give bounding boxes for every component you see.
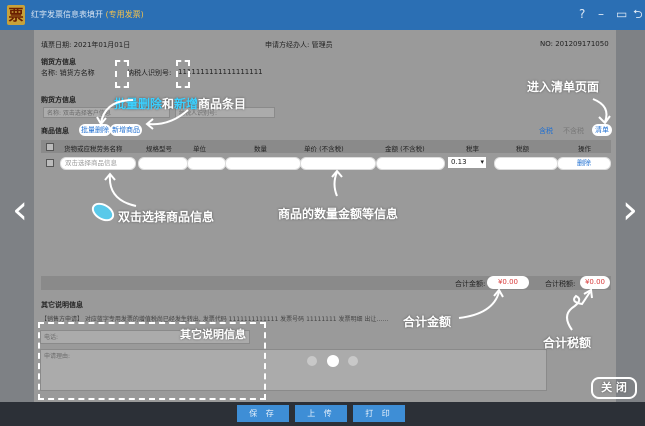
print-button[interactable]: 打 印	[353, 405, 405, 422]
arrow-to-row-icon	[104, 172, 137, 207]
col-action: 操作	[578, 145, 591, 153]
annotation-mark-1	[115, 60, 129, 88]
window-title-text: 红字发票信息表填开	[31, 10, 103, 19]
col-amount: 金额 (不含税)	[385, 145, 425, 153]
seller-section-title: 销货方信息	[41, 58, 76, 66]
quantity-info-annotation: 商品的数量金额等信息	[278, 207, 399, 221]
col-unit: 单位	[193, 145, 206, 153]
seller-taxid-label: 纳税人识别号:	[127, 69, 172, 77]
save-button[interactable]: 保 存	[237, 405, 289, 422]
arrow-to-list-icon	[592, 98, 611, 125]
spec-input[interactable]	[138, 157, 188, 170]
close-button[interactable]: 关 闭	[591, 377, 637, 399]
seller-name: 名称: 销货方名称	[41, 69, 95, 77]
col-unit-price: 单价 (不含税)	[304, 145, 344, 153]
enter-list-annotation: 进入清单页面	[527, 80, 600, 94]
annotation-mark-2	[176, 60, 190, 88]
arrow-to-amount-icon	[458, 288, 504, 319]
next-page-arrow[interactable]: ›	[622, 190, 638, 230]
col-quantity: 数量	[254, 145, 267, 153]
window-title-sub: (专用发票)	[105, 10, 144, 19]
tax-exclusive-toggle[interactable]: 不含税	[563, 126, 584, 136]
total-amount-annotation: 合计金额	[403, 315, 452, 329]
app-invoice-icon: 票	[7, 5, 25, 25]
col-tax-rate: 税率	[466, 145, 479, 153]
other-info-annotation: 其它说明信息	[180, 328, 246, 341]
applicant: 申请方经办人: 管理员	[265, 41, 333, 49]
total-tax-annotation: 合计税额	[543, 336, 592, 350]
col-name: 货物或应税劳务名称	[64, 145, 123, 153]
seller-taxid-value: 1111111111111111111	[178, 68, 263, 76]
prev-page-arrow[interactable]: ‹	[12, 190, 28, 230]
maximize-button[interactable]: ▭	[616, 6, 627, 22]
buyer-section-title: 购货方信息	[41, 96, 76, 104]
tax-rate-select[interactable]: 0.13 ▾	[448, 157, 486, 168]
quantity-input[interactable]	[225, 157, 301, 170]
goods-name-input[interactable]: 双击选择商品信息	[60, 157, 136, 170]
tax-input[interactable]	[494, 157, 558, 170]
tax-inclusive-toggle[interactable]: 含税	[539, 126, 553, 136]
arrow-to-batch-icon	[96, 99, 134, 126]
chevron-down-icon: ▾	[480, 158, 484, 166]
minimize-button[interactable]: –	[598, 6, 604, 22]
upload-button[interactable]: 上 传	[295, 405, 347, 422]
amount-input[interactable]	[376, 157, 445, 170]
help-button[interactable]: ?	[579, 6, 585, 22]
select-all-checkbox[interactable]	[46, 143, 54, 151]
arrow-to-tax-icon	[566, 288, 593, 331]
col-spec: 规格型号	[146, 145, 172, 153]
goods-section-title: 商品信息	[41, 127, 69, 135]
col-tax: 税额	[516, 145, 529, 153]
back-button[interactable]: ⮌	[633, 6, 643, 22]
arrow-to-add-icon	[145, 109, 189, 130]
row-delete-button[interactable]: 删除	[557, 157, 611, 170]
pager-dot-3[interactable]	[348, 356, 358, 366]
window-title: 红字发票信息表填开 (专用发票)	[31, 9, 144, 20]
pager-dot-1[interactable]	[307, 356, 317, 366]
double-click-annotation: 双击选择商品信息	[118, 210, 215, 224]
other-section-title: 其它说明信息	[41, 301, 83, 309]
tax-rate-value: 0.13	[451, 158, 467, 166]
arrow-to-quantity-icon	[331, 169, 343, 197]
fill-date: 填票日期: 2021年01月01日	[41, 41, 131, 49]
invoice-no: NO: 201209171050	[540, 40, 609, 48]
unit-input[interactable]	[187, 157, 226, 170]
pager-dot-2[interactable]	[327, 355, 339, 367]
row-checkbox[interactable]	[46, 159, 54, 167]
